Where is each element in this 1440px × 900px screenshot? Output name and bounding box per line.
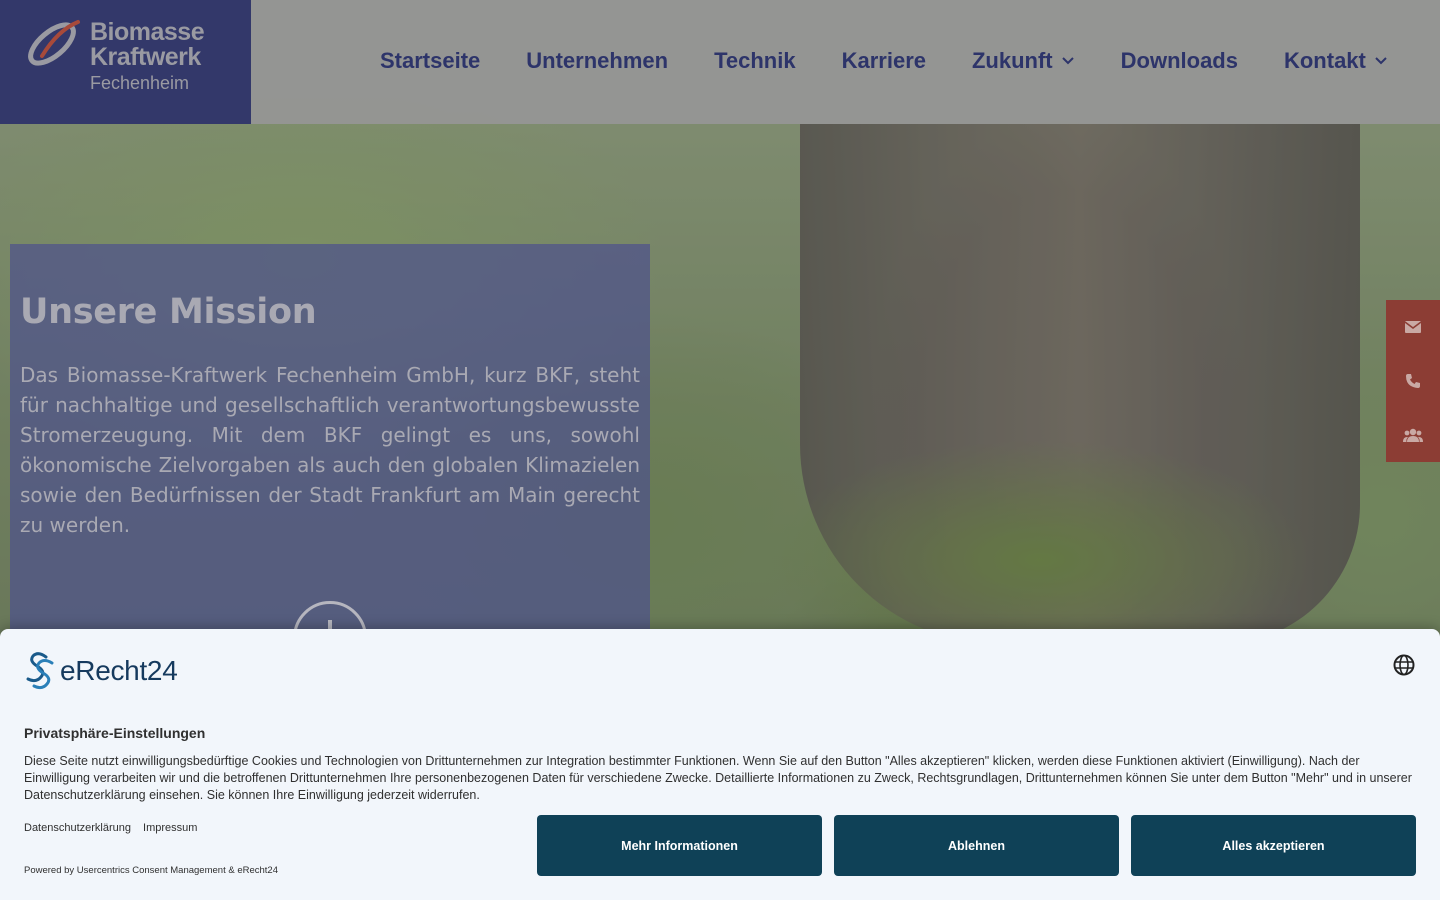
- erecht24-wordmark: eRecht24: [60, 655, 178, 686]
- mission-card: Unsere Mission Das Biomasse-Kraftwerk Fe…: [10, 244, 650, 675]
- imprint-link[interactable]: Impressum: [143, 822, 197, 834]
- accept-all-button[interactable]: Alles akzeptieren: [1131, 815, 1416, 876]
- nav-label: Kontakt: [1283, 48, 1366, 73]
- mission-text: Das Biomasse-Kraftwerk Fechenheim GmbH, …: [20, 363, 640, 537]
- nav-zukunft[interactable]: Zukunft: [972, 48, 1075, 74]
- site-logo[interactable]: Biomasse Kraftwerk Fechenheim: [0, 0, 251, 124]
- chevron-down-icon: [1061, 57, 1074, 65]
- site-header: Biomasse Kraftwerk Fechenheim Startseite…: [0, 0, 1440, 124]
- cookie-consent-banner: eRecht24 Privatsphäre-Einstellungen Dies…: [0, 629, 1440, 900]
- nav-downloads[interactable]: Downloads: [1121, 48, 1238, 74]
- email-button[interactable]: [1386, 300, 1440, 354]
- nav-technik[interactable]: Technik: [714, 48, 796, 74]
- consent-title: Privatsphäre-Einstellungen: [24, 725, 206, 741]
- side-contact-bar: [1386, 300, 1440, 462]
- nav-label: Unternehmen: [526, 48, 669, 73]
- nav-label: Technik: [714, 48, 796, 73]
- envelope-icon: [1405, 321, 1421, 333]
- privacy-policy-link[interactable]: Datenschutzerklärung: [24, 822, 131, 834]
- main-nav: Startseite Unternehmen Technik Karriere …: [380, 44, 1388, 78]
- nav-kontakt[interactable]: Kontakt: [1284, 48, 1388, 74]
- nav-label: Zukunft: [971, 48, 1053, 73]
- chevron-down-icon: [1375, 57, 1387, 65]
- mission-title: Unsere Mission: [20, 292, 317, 332]
- erecht24-logo: eRecht24: [24, 651, 178, 691]
- phone-button[interactable]: [1386, 354, 1440, 408]
- consent-links: Datenschutzerklärung Impressum: [24, 822, 209, 834]
- consent-description: Diese Seite nutzt einwilligungsbedürftig…: [24, 754, 1412, 802]
- nav-label: Karriere: [841, 48, 926, 73]
- team-button[interactable]: [1386, 408, 1440, 462]
- nav-karriere[interactable]: Karriere: [842, 48, 926, 74]
- powered-by-text: Powered by Usercentrics Consent Manageme…: [24, 865, 278, 876]
- logo-line-3: Fechenheim: [90, 73, 190, 93]
- more-info-button[interactable]: Mehr Informationen: [537, 815, 822, 876]
- deny-button[interactable]: Ablehnen: [834, 815, 1119, 876]
- logo-line-2: Kraftwerk: [90, 43, 201, 71]
- language-globe-icon[interactable]: [1393, 654, 1415, 676]
- nav-label: Startseite: [380, 48, 481, 73]
- logo-line-1: Biomasse: [90, 18, 205, 46]
- erecht-paragraph-icon: [26, 652, 54, 690]
- logo-text: Biomasse Kraftwerk Fechenheim: [90, 18, 205, 94]
- nav-startseite[interactable]: Startseite: [380, 48, 480, 74]
- phone-icon: [1406, 374, 1420, 388]
- nav-label: Downloads: [1120, 48, 1238, 73]
- logo-swoosh-icon: [28, 20, 80, 66]
- nav-unternehmen[interactable]: Unternehmen: [526, 48, 668, 74]
- users-icon: [1403, 428, 1423, 442]
